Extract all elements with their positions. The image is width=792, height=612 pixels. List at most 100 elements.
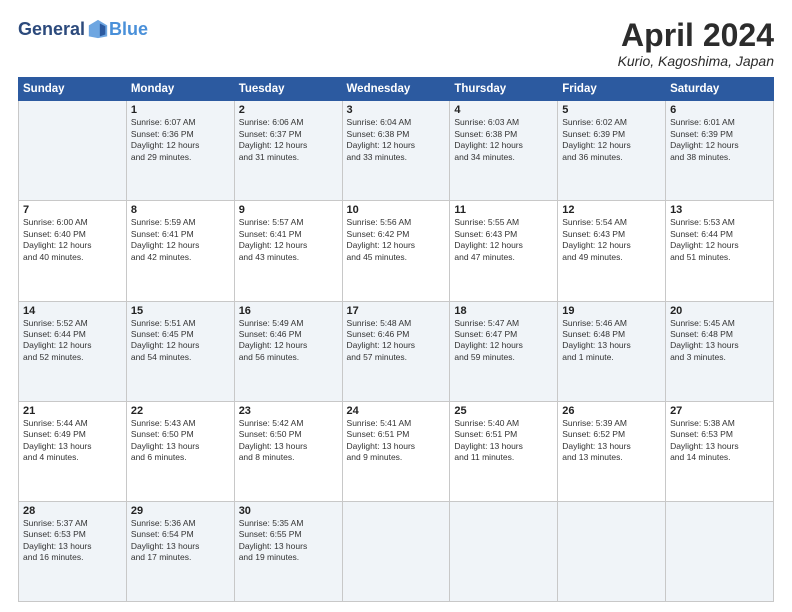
calendar: SundayMondayTuesdayWednesdayThursdayFrid…: [18, 77, 774, 602]
header: General Blue April 2024 Kurio, Kagoshima…: [18, 18, 774, 69]
weekday-header-row: SundayMondayTuesdayWednesdayThursdayFrid…: [19, 78, 774, 101]
day-info: Sunrise: 5:39 AM Sunset: 6:52 PM Dayligh…: [562, 418, 661, 464]
day-cell: [558, 501, 666, 601]
day-number: 3: [347, 104, 446, 116]
day-number: 24: [347, 405, 446, 417]
day-info: Sunrise: 5:38 AM Sunset: 6:53 PM Dayligh…: [670, 418, 769, 464]
day-info: Sunrise: 5:37 AM Sunset: 6:53 PM Dayligh…: [23, 518, 122, 564]
weekday-header-saturday: Saturday: [666, 78, 774, 101]
month-title: April 2024: [618, 18, 774, 53]
day-info: Sunrise: 6:00 AM Sunset: 6:40 PM Dayligh…: [23, 217, 122, 263]
logo: General Blue: [18, 18, 148, 40]
weekday-header-friday: Friday: [558, 78, 666, 101]
day-cell: 9Sunrise: 5:57 AM Sunset: 6:41 PM Daylig…: [234, 201, 342, 301]
day-cell: 3Sunrise: 6:04 AM Sunset: 6:38 PM Daylig…: [342, 101, 450, 201]
day-info: Sunrise: 6:04 AM Sunset: 6:38 PM Dayligh…: [347, 117, 446, 163]
day-cell: 6Sunrise: 6:01 AM Sunset: 6:39 PM Daylig…: [666, 101, 774, 201]
day-info: Sunrise: 5:35 AM Sunset: 6:55 PM Dayligh…: [239, 518, 338, 564]
week-row-3: 14Sunrise: 5:52 AM Sunset: 6:44 PM Dayli…: [19, 301, 774, 401]
day-number: 17: [347, 305, 446, 317]
day-number: 18: [454, 305, 553, 317]
day-cell: 17Sunrise: 5:48 AM Sunset: 6:46 PM Dayli…: [342, 301, 450, 401]
day-number: 26: [562, 405, 661, 417]
day-info: Sunrise: 5:45 AM Sunset: 6:48 PM Dayligh…: [670, 318, 769, 364]
day-cell: 28Sunrise: 5:37 AM Sunset: 6:53 PM Dayli…: [19, 501, 127, 601]
day-info: Sunrise: 5:40 AM Sunset: 6:51 PM Dayligh…: [454, 418, 553, 464]
week-row-1: 1Sunrise: 6:07 AM Sunset: 6:36 PM Daylig…: [19, 101, 774, 201]
day-cell: 16Sunrise: 5:49 AM Sunset: 6:46 PM Dayli…: [234, 301, 342, 401]
day-cell: 4Sunrise: 6:03 AM Sunset: 6:38 PM Daylig…: [450, 101, 558, 201]
page: General Blue April 2024 Kurio, Kagoshima…: [0, 0, 792, 612]
day-number: 19: [562, 305, 661, 317]
day-info: Sunrise: 5:48 AM Sunset: 6:46 PM Dayligh…: [347, 318, 446, 364]
day-number: 11: [454, 204, 553, 216]
day-info: Sunrise: 5:59 AM Sunset: 6:41 PM Dayligh…: [131, 217, 230, 263]
day-number: 22: [131, 405, 230, 417]
day-cell: [450, 501, 558, 601]
logo-icon: [87, 18, 109, 40]
day-cell: 21Sunrise: 5:44 AM Sunset: 6:49 PM Dayli…: [19, 401, 127, 501]
day-info: Sunrise: 5:52 AM Sunset: 6:44 PM Dayligh…: [23, 318, 122, 364]
day-info: Sunrise: 6:03 AM Sunset: 6:38 PM Dayligh…: [454, 117, 553, 163]
day-info: Sunrise: 6:07 AM Sunset: 6:36 PM Dayligh…: [131, 117, 230, 163]
day-info: Sunrise: 5:57 AM Sunset: 6:41 PM Dayligh…: [239, 217, 338, 263]
day-number: 8: [131, 204, 230, 216]
day-cell: [342, 501, 450, 601]
day-info: Sunrise: 5:56 AM Sunset: 6:42 PM Dayligh…: [347, 217, 446, 263]
day-number: 28: [23, 505, 122, 517]
day-cell: 14Sunrise: 5:52 AM Sunset: 6:44 PM Dayli…: [19, 301, 127, 401]
day-number: 13: [670, 204, 769, 216]
day-cell: 26Sunrise: 5:39 AM Sunset: 6:52 PM Dayli…: [558, 401, 666, 501]
day-cell: 27Sunrise: 5:38 AM Sunset: 6:53 PM Dayli…: [666, 401, 774, 501]
weekday-header-tuesday: Tuesday: [234, 78, 342, 101]
day-number: 5: [562, 104, 661, 116]
day-number: 29: [131, 505, 230, 517]
day-cell: 24Sunrise: 5:41 AM Sunset: 6:51 PM Dayli…: [342, 401, 450, 501]
weekday-header-wednesday: Wednesday: [342, 78, 450, 101]
day-cell: 13Sunrise: 5:53 AM Sunset: 6:44 PM Dayli…: [666, 201, 774, 301]
weekday-header-monday: Monday: [126, 78, 234, 101]
weekday-header-sunday: Sunday: [19, 78, 127, 101]
day-info: Sunrise: 5:47 AM Sunset: 6:47 PM Dayligh…: [454, 318, 553, 364]
day-cell: 7Sunrise: 6:00 AM Sunset: 6:40 PM Daylig…: [19, 201, 127, 301]
day-cell: 1Sunrise: 6:07 AM Sunset: 6:36 PM Daylig…: [126, 101, 234, 201]
day-info: Sunrise: 6:01 AM Sunset: 6:39 PM Dayligh…: [670, 117, 769, 163]
logo-blue-text: Blue: [109, 19, 148, 40]
day-number: 9: [239, 204, 338, 216]
day-info: Sunrise: 6:02 AM Sunset: 6:39 PM Dayligh…: [562, 117, 661, 163]
day-number: 23: [239, 405, 338, 417]
day-cell: 25Sunrise: 5:40 AM Sunset: 6:51 PM Dayli…: [450, 401, 558, 501]
day-cell: 8Sunrise: 5:59 AM Sunset: 6:41 PM Daylig…: [126, 201, 234, 301]
day-number: 7: [23, 204, 122, 216]
day-number: 4: [454, 104, 553, 116]
day-cell: 18Sunrise: 5:47 AM Sunset: 6:47 PM Dayli…: [450, 301, 558, 401]
day-cell: 23Sunrise: 5:42 AM Sunset: 6:50 PM Dayli…: [234, 401, 342, 501]
day-cell: 19Sunrise: 5:46 AM Sunset: 6:48 PM Dayli…: [558, 301, 666, 401]
day-info: Sunrise: 5:36 AM Sunset: 6:54 PM Dayligh…: [131, 518, 230, 564]
day-cell: 22Sunrise: 5:43 AM Sunset: 6:50 PM Dayli…: [126, 401, 234, 501]
day-number: 1: [131, 104, 230, 116]
day-info: Sunrise: 6:06 AM Sunset: 6:37 PM Dayligh…: [239, 117, 338, 163]
day-cell: 11Sunrise: 5:55 AM Sunset: 6:43 PM Dayli…: [450, 201, 558, 301]
week-row-2: 7Sunrise: 6:00 AM Sunset: 6:40 PM Daylig…: [19, 201, 774, 301]
day-cell: 10Sunrise: 5:56 AM Sunset: 6:42 PM Dayli…: [342, 201, 450, 301]
day-cell: 5Sunrise: 6:02 AM Sunset: 6:39 PM Daylig…: [558, 101, 666, 201]
day-number: 25: [454, 405, 553, 417]
day-cell: 30Sunrise: 5:35 AM Sunset: 6:55 PM Dayli…: [234, 501, 342, 601]
week-row-5: 28Sunrise: 5:37 AM Sunset: 6:53 PM Dayli…: [19, 501, 774, 601]
day-cell: 29Sunrise: 5:36 AM Sunset: 6:54 PM Dayli…: [126, 501, 234, 601]
day-info: Sunrise: 5:51 AM Sunset: 6:45 PM Dayligh…: [131, 318, 230, 364]
day-cell: [666, 501, 774, 601]
day-number: 27: [670, 405, 769, 417]
day-info: Sunrise: 5:42 AM Sunset: 6:50 PM Dayligh…: [239, 418, 338, 464]
day-cell: 12Sunrise: 5:54 AM Sunset: 6:43 PM Dayli…: [558, 201, 666, 301]
day-number: 21: [23, 405, 122, 417]
day-number: 12: [562, 204, 661, 216]
day-number: 14: [23, 305, 122, 317]
day-info: Sunrise: 5:41 AM Sunset: 6:51 PM Dayligh…: [347, 418, 446, 464]
title-block: April 2024 Kurio, Kagoshima, Japan: [618, 18, 774, 69]
day-number: 6: [670, 104, 769, 116]
day-info: Sunrise: 5:46 AM Sunset: 6:48 PM Dayligh…: [562, 318, 661, 364]
day-info: Sunrise: 5:49 AM Sunset: 6:46 PM Dayligh…: [239, 318, 338, 364]
logo-general-text: General: [18, 19, 85, 40]
